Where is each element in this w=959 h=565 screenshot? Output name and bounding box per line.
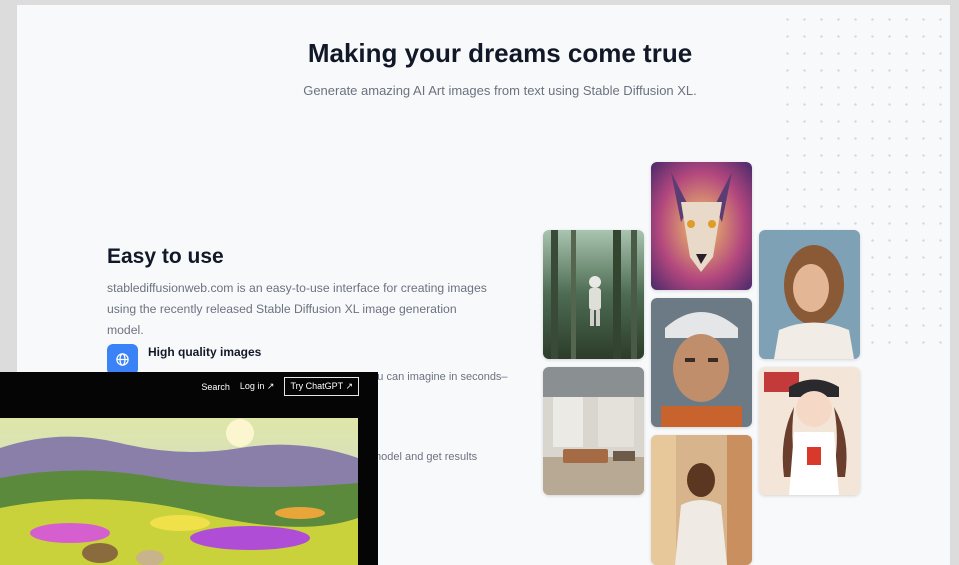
gallery-image-woman-store	[651, 435, 752, 565]
try-chatgpt-button[interactable]: Try ChatGPT ↗	[284, 377, 359, 396]
gallery-image-astronaut-forest	[543, 230, 644, 359]
gallery-image-wolf	[651, 162, 752, 290]
gallery-image-man-portrait	[651, 298, 752, 427]
globe-icon	[107, 344, 138, 375]
overlay-window: Search Log in ↗ Try ChatGPT ↗	[0, 372, 378, 565]
hero-subtitle: Generate amazing AI Art images from text…	[303, 83, 697, 98]
gallery-image-living-room	[543, 367, 644, 495]
search-link[interactable]: Search	[201, 382, 230, 392]
hero-title: Making your dreams come true	[307, 38, 693, 68]
overlay-artwork	[0, 418, 358, 565]
gallery-image-anime-girl	[759, 367, 860, 495]
feature-item-description-continued: model and get results	[372, 451, 478, 463]
feature-description: stablediffusionweb.com is an easy-to-use…	[107, 281, 487, 337]
feature-title: Easy to use	[107, 245, 224, 268]
feature-item-title: High quality images	[148, 345, 262, 359]
gallery-image-woman-sea	[759, 230, 860, 359]
overlay-nav: Search Log in ↗ Try ChatGPT ↗	[201, 377, 359, 396]
login-link[interactable]: Log in ↗	[240, 381, 275, 392]
